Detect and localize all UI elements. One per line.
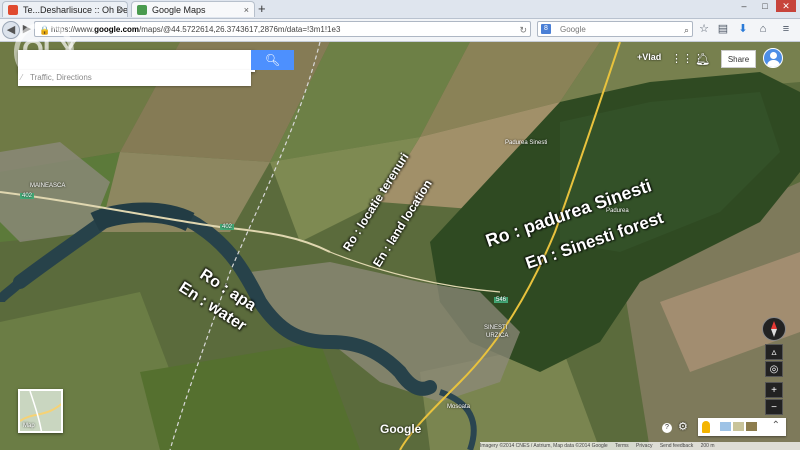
compass-icon — [771, 321, 777, 337]
settings-gear-icon[interactable]: ⚙ — [678, 420, 688, 433]
close-tab-icon[interactable]: × — [117, 2, 122, 17]
pegman-icon[interactable] — [702, 421, 710, 433]
layer-selector[interactable]: ⌃ — [698, 418, 786, 436]
bookmarks-list-icon[interactable]: ▤ — [716, 22, 730, 36]
close-tab-icon[interactable]: × — [244, 2, 249, 17]
browser-search-placeholder: Google — [560, 25, 586, 34]
share-button[interactable]: Share — [721, 50, 756, 68]
road-badge-546: 546 — [494, 297, 509, 303]
google-logo: Google — [380, 422, 422, 436]
browser-tab-bar: Te...Desharlisuce :: Oh Dear... × Google… — [0, 0, 800, 19]
map-type-toggle[interactable]: Map — [18, 389, 63, 433]
avatar[interactable] — [763, 48, 783, 68]
road-badge-402: 402 — [20, 193, 35, 199]
maps-favicon-icon — [137, 5, 147, 15]
scale-bar: 200 m — [700, 443, 715, 449]
search-engine-icon[interactable]: 8 — [541, 24, 551, 34]
satellite-imagery — [0, 42, 800, 450]
road-badge-402b: 402 — [220, 224, 235, 230]
browser-search-bar[interactable]: 8 Google ⌕ — [537, 21, 693, 37]
traffic-directions-label: Traffic, Directions — [30, 73, 92, 82]
download-icon[interactable]: ⬇ — [736, 22, 750, 36]
notifications-bell-icon[interactable]: 🔔︎ — [695, 52, 710, 66]
pin-icon: ⁄ — [21, 73, 23, 82]
layer-thumb-1[interactable] — [720, 422, 731, 431]
tab-label: Google Maps — [152, 5, 206, 15]
tilt-button[interactable]: ▵ — [765, 344, 783, 360]
close-window-button[interactable]: ✕ — [776, 0, 796, 12]
zoom-out-button[interactable]: − — [765, 399, 783, 415]
terms-link[interactable]: Terms — [615, 443, 629, 449]
minimap-label: Map — [23, 423, 35, 429]
maximize-button[interactable]: □ — [755, 0, 775, 12]
satellite-map[interactable]: Padurea Sinesti Padurea MAINEASCA SINEST… — [0, 42, 800, 450]
feedback-link[interactable]: Send feedback — [660, 443, 693, 449]
place-label-sinesti: SINESTI — [484, 325, 508, 331]
place-label-forest: Padurea Sinesti — [505, 140, 548, 146]
search-icon: 🔍︎ — [264, 53, 281, 67]
home-icon[interactable]: ⌂ — [756, 22, 770, 36]
browser-nav-bar: ◀ ▶ 🔒 https://www.google.com/maps/@44.57… — [0, 19, 800, 42]
privacy-link[interactable]: Privacy — [636, 443, 652, 449]
url-path: /maps/@44.5722614,26.3743617,2876m/data=… — [139, 25, 341, 34]
imagery-credit: Imagery ©2014 CNES / Astrium, Map data ©… — [480, 443, 608, 449]
maps-search-input[interactable] — [18, 50, 255, 72]
menu-icon[interactable]: ≡ — [779, 22, 793, 36]
place-label-mosoata: Mosoata — [447, 404, 471, 410]
map-footer: Imagery ©2014 CNES / Astrium, Map data ©… — [480, 442, 800, 450]
zoom-in-button[interactable]: + — [765, 382, 783, 398]
traffic-directions-link[interactable]: ⁄ Traffic, Directions — [18, 70, 251, 86]
user-name-link[interactable]: +Vlad — [637, 52, 661, 62]
url-bar[interactable]: 🔒 https://www.google.com/maps/@44.572261… — [34, 21, 531, 37]
tab-google-maps[interactable]: Google Maps × — [131, 1, 255, 17]
new-tab-button[interactable]: + — [258, 1, 266, 17]
my-location-button[interactable]: ◎ — [765, 361, 783, 377]
search-icon[interactable]: ⌕ — [684, 22, 689, 38]
tab-olx[interactable]: Te...Desharlisuce :: Oh Dear... × — [2, 1, 128, 17]
layer-thumb-2[interactable] — [733, 422, 744, 431]
tab-label: Te...Desharlisuce :: Oh Dear... — [23, 5, 128, 15]
expand-chevron-icon[interactable]: ⌃ — [772, 420, 780, 431]
reload-icon[interactable]: ↻ — [519, 22, 527, 36]
minimize-button[interactable]: – — [734, 0, 754, 12]
url-domain: google.com — [94, 25, 140, 34]
compass-control[interactable] — [762, 317, 786, 341]
place-label-maineasca: MAINEASCA — [30, 183, 66, 189]
place-label-urzica: URZICA — [486, 333, 509, 339]
search-button[interactable]: 🔍︎ — [251, 50, 294, 70]
layer-thumb-3[interactable] — [746, 422, 757, 431]
help-button[interactable]: ? — [662, 423, 672, 433]
olx-favicon-icon — [8, 5, 18, 15]
bookmark-star-icon[interactable]: ☆ — [697, 22, 711, 36]
